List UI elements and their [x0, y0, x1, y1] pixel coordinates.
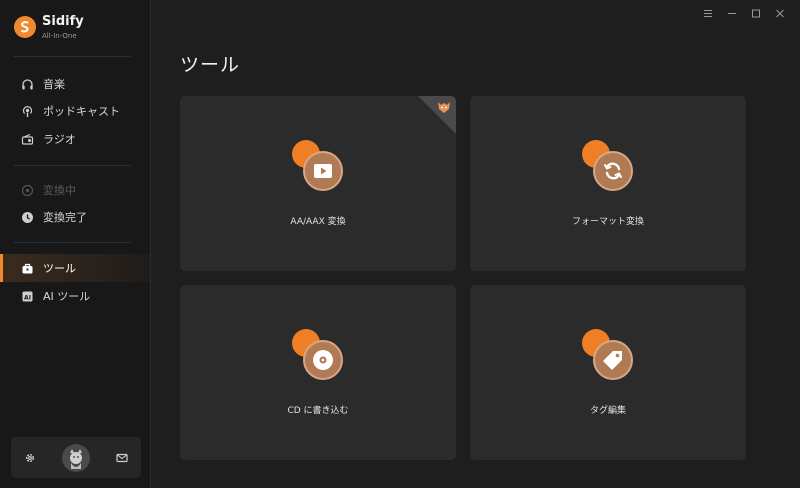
- sidebar-item-label: ポッドキャスト: [43, 105, 120, 118]
- sidebar-bottom-bar: [11, 437, 141, 478]
- gear-icon[interactable]: [24, 452, 36, 464]
- play-video-icon: [292, 140, 344, 192]
- sidebar-item-ai-tools[interactable]: AI AI ツール: [0, 282, 150, 310]
- sidebar-item-converting[interactable]: 変換中: [0, 176, 150, 204]
- app-name: Sidify: [42, 13, 84, 29]
- sidebar-item-radio[interactable]: ラジオ: [0, 125, 150, 153]
- tool-card-aa-aax[interactable]: AA/AAX 変換: [180, 96, 456, 271]
- maximize-icon[interactable]: [750, 6, 762, 20]
- sidebar-item-label: ツール: [43, 262, 76, 275]
- clock-icon: [20, 210, 34, 224]
- card-label: CD に書き込む: [287, 406, 349, 416]
- brand: Sidify All-In-One: [14, 12, 84, 42]
- ai-icon: AI: [20, 289, 34, 303]
- headphones-icon: [20, 77, 34, 91]
- divider: [14, 165, 131, 166]
- sidebar-item-label: 変換中: [43, 184, 76, 197]
- sidebar: Sidify All-In-One 音楽 ポッドキャスト ラジオ 変換中 変換完…: [0, 0, 151, 488]
- sidify-logo-icon: [14, 16, 36, 38]
- sidebar-item-label: ラジオ: [43, 133, 76, 146]
- card-label: タグ編集: [589, 406, 626, 416]
- menu-icon[interactable]: [702, 6, 714, 20]
- mail-icon[interactable]: [116, 453, 128, 463]
- card-label: AA/AAX 変換: [290, 217, 346, 227]
- converting-icon: [20, 183, 34, 197]
- card-label: フォーマット変換: [571, 217, 644, 227]
- sidebar-item-music[interactable]: 音楽: [0, 70, 150, 98]
- tool-card-tag-edit[interactable]: タグ編集: [470, 285, 746, 460]
- toolbox-icon: [20, 261, 34, 275]
- close-icon[interactable]: [774, 6, 786, 20]
- sidebar-item-label: AI ツール: [43, 290, 91, 303]
- radio-icon: [20, 132, 34, 146]
- sidebar-item-podcast[interactable]: ポッドキャスト: [0, 97, 150, 125]
- page-title: ツール: [180, 54, 241, 76]
- podcast-icon: [20, 104, 34, 118]
- tag-icon: [582, 329, 634, 381]
- refresh-icon: [582, 140, 634, 192]
- tool-card-format-convert[interactable]: フォーマット変換: [470, 96, 746, 271]
- premium-fox-badge-icon: [436, 99, 452, 115]
- sidebar-item-label: 変換完了: [43, 211, 87, 224]
- divider: [14, 242, 131, 243]
- divider: [14, 56, 131, 57]
- disc-icon: [292, 329, 344, 381]
- tool-card-cd-burn[interactable]: CD に書き込む: [180, 285, 456, 460]
- sidebar-item-tools[interactable]: ツール: [0, 254, 150, 282]
- minimize-icon[interactable]: [726, 6, 738, 20]
- avatar[interactable]: [62, 443, 90, 472]
- sidebar-item-converted[interactable]: 変換完了: [0, 203, 150, 231]
- sidebar-item-label: 音楽: [43, 78, 65, 91]
- window-controls: [702, 6, 786, 20]
- svg-text:AI: AI: [24, 294, 31, 301]
- app-subtitle: All-In-One: [42, 31, 77, 40]
